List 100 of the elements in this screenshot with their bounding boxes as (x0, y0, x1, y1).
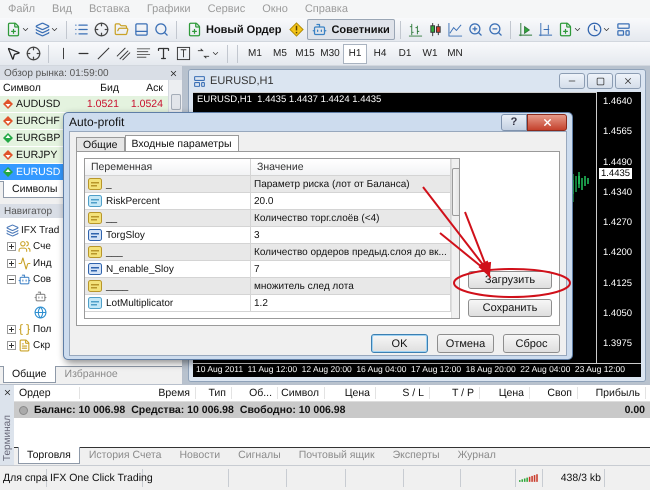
zoom-in-icon[interactable] (468, 22, 483, 37)
candlestick-icon[interactable] (428, 22, 443, 37)
dialog-button[interactable]: Отмена (437, 334, 494, 353)
expand-icon[interactable] (7, 242, 16, 252)
robot-icon (18, 273, 31, 286)
crosshair-icon[interactable] (94, 22, 109, 37)
tree-item[interactable]: Сче (33, 241, 51, 252)
column-header[interactable]: Переменная (85, 159, 251, 175)
terminal-label: Терминал (2, 415, 12, 462)
cursor-icon[interactable] (6, 46, 21, 61)
chart-shift-icon[interactable] (538, 22, 553, 37)
column-header[interactable]: Об... (232, 387, 278, 399)
text-tool-icon[interactable] (156, 46, 171, 61)
column-header[interactable]: Аск (122, 82, 166, 94)
arrows-icon[interactable] (196, 46, 211, 61)
tree-item[interactable]: Скр (33, 340, 50, 352)
column-header[interactable]: S / L (376, 387, 430, 399)
symbol-name: AUDUSD (16, 98, 60, 110)
expand-icon[interactable] (7, 341, 16, 350)
timeframe-button[interactable]: M30 (318, 44, 342, 64)
caret-icon[interactable] (211, 49, 220, 58)
restore-button[interactable] (587, 73, 613, 89)
column-header[interactable]: Значение (251, 159, 451, 175)
column-header[interactable]: Своп (530, 387, 578, 399)
column-header[interactable]: Бид (74, 82, 122, 94)
tree-item[interactable]: IFX Trad (21, 224, 60, 236)
new-order-button[interactable]: Новый Ордер (182, 19, 286, 40)
column-header[interactable]: Тип (196, 387, 232, 399)
timeframe-button[interactable]: W1 (418, 44, 442, 64)
warning-icon[interactable] (289, 22, 304, 37)
expand-icon[interactable] (7, 258, 16, 268)
expand-icon[interactable] (7, 324, 16, 334)
bar-chart-icon[interactable] (408, 22, 423, 37)
caret-icon[interactable] (602, 25, 611, 34)
dialog-button[interactable]: Сброс (503, 334, 560, 353)
symbol-name: EURUSD (16, 166, 60, 178)
column-header[interactable]: T / P (430, 387, 480, 399)
column-header[interactable]: Цена (480, 387, 530, 399)
line-chart-icon[interactable] (448, 22, 463, 37)
crosshair-icon[interactable] (26, 46, 41, 61)
tree-item[interactable]: Сов (33, 274, 52, 286)
integer-type-icon (88, 229, 102, 241)
window-title: EURUSD,H1 (210, 75, 274, 87)
terminal-tab[interactable]: Торговля (18, 447, 80, 464)
close-button[interactable] (615, 73, 641, 89)
channel-icon[interactable] (116, 46, 131, 61)
parameter-name: ___ (85, 244, 251, 260)
timeframe-button[interactable]: M5 (268, 44, 292, 64)
market-watch-icon[interactable] (74, 22, 89, 37)
column-header[interactable]: Цена (325, 387, 376, 399)
script-icon (18, 339, 31, 352)
balance-text: Баланс: 10 006.98 (34, 404, 126, 416)
symbol-row[interactable]: AUDUSD 1.0521 1.0524 (0, 96, 168, 113)
column-header[interactable]: Прибыль (578, 387, 646, 399)
timeframe-button[interactable]: M15 (293, 44, 317, 64)
column-header[interactable]: Время (80, 387, 196, 399)
profiles-icon[interactable] (35, 22, 50, 37)
zoom-out-icon[interactable] (488, 22, 503, 37)
timeframe-button[interactable]: D1 (393, 44, 417, 64)
date-label: 16 Aug 04:00 (356, 364, 406, 376)
date-label: 22 Aug 04:00 (520, 364, 570, 376)
trend-line-icon[interactable] (96, 46, 111, 61)
help-button[interactable]: ? (501, 114, 527, 130)
timeframe-button[interactable]: M1 (243, 44, 267, 64)
tree-item[interactable]: Пол (33, 324, 52, 335)
price-label: 1.4490 (603, 156, 634, 168)
load-button[interactable]: Загрузить (468, 271, 552, 289)
close-icon[interactable] (169, 68, 178, 78)
terminal-panel-icon[interactable] (134, 22, 149, 37)
dialog-tab[interactable]: Входные параметры (124, 135, 238, 151)
column-header[interactable]: Ордер (14, 387, 80, 399)
caret-icon[interactable] (50, 25, 59, 34)
panel-title: Навигатор (4, 206, 52, 216)
dialog-tab[interactable]: Общие (76, 137, 125, 151)
parameter-name: TorgSloy (85, 227, 251, 243)
timeframe-button[interactable]: MN (443, 44, 467, 64)
timeframe-button[interactable]: H1 (343, 44, 367, 64)
clock-icon[interactable] (586, 22, 602, 37)
globe-icon (34, 306, 47, 320)
template-icon[interactable] (616, 22, 631, 37)
search-icon[interactable] (154, 22, 169, 37)
parameter-name: _ (85, 176, 251, 192)
price-label: 1.4200 (603, 247, 634, 258)
timeframe-button[interactable]: H4 (368, 44, 392, 64)
ask-price: 1.0524 (130, 98, 164, 110)
caret-icon[interactable] (21, 25, 30, 34)
collapse-icon[interactable] (7, 275, 16, 284)
panel-tab[interactable]: Общие (3, 366, 56, 383)
close-button[interactable] (527, 114, 567, 130)
auto-scroll-icon[interactable] (518, 22, 533, 37)
caret-icon[interactable] (572, 25, 582, 34)
column-header[interactable]: Символ (278, 387, 325, 399)
dialog-button[interactable]: OK (371, 334, 428, 353)
close-icon[interactable] (2, 388, 12, 397)
column-header[interactable]: Символ (0, 82, 74, 94)
experts-button[interactable]: Советники (307, 19, 395, 40)
tree-item[interactable]: Инд (33, 258, 52, 269)
date-label: 10 Aug 2011 (196, 364, 244, 376)
save-button[interactable]: Сохранить (468, 299, 552, 317)
text-label-icon[interactable] (176, 46, 191, 61)
